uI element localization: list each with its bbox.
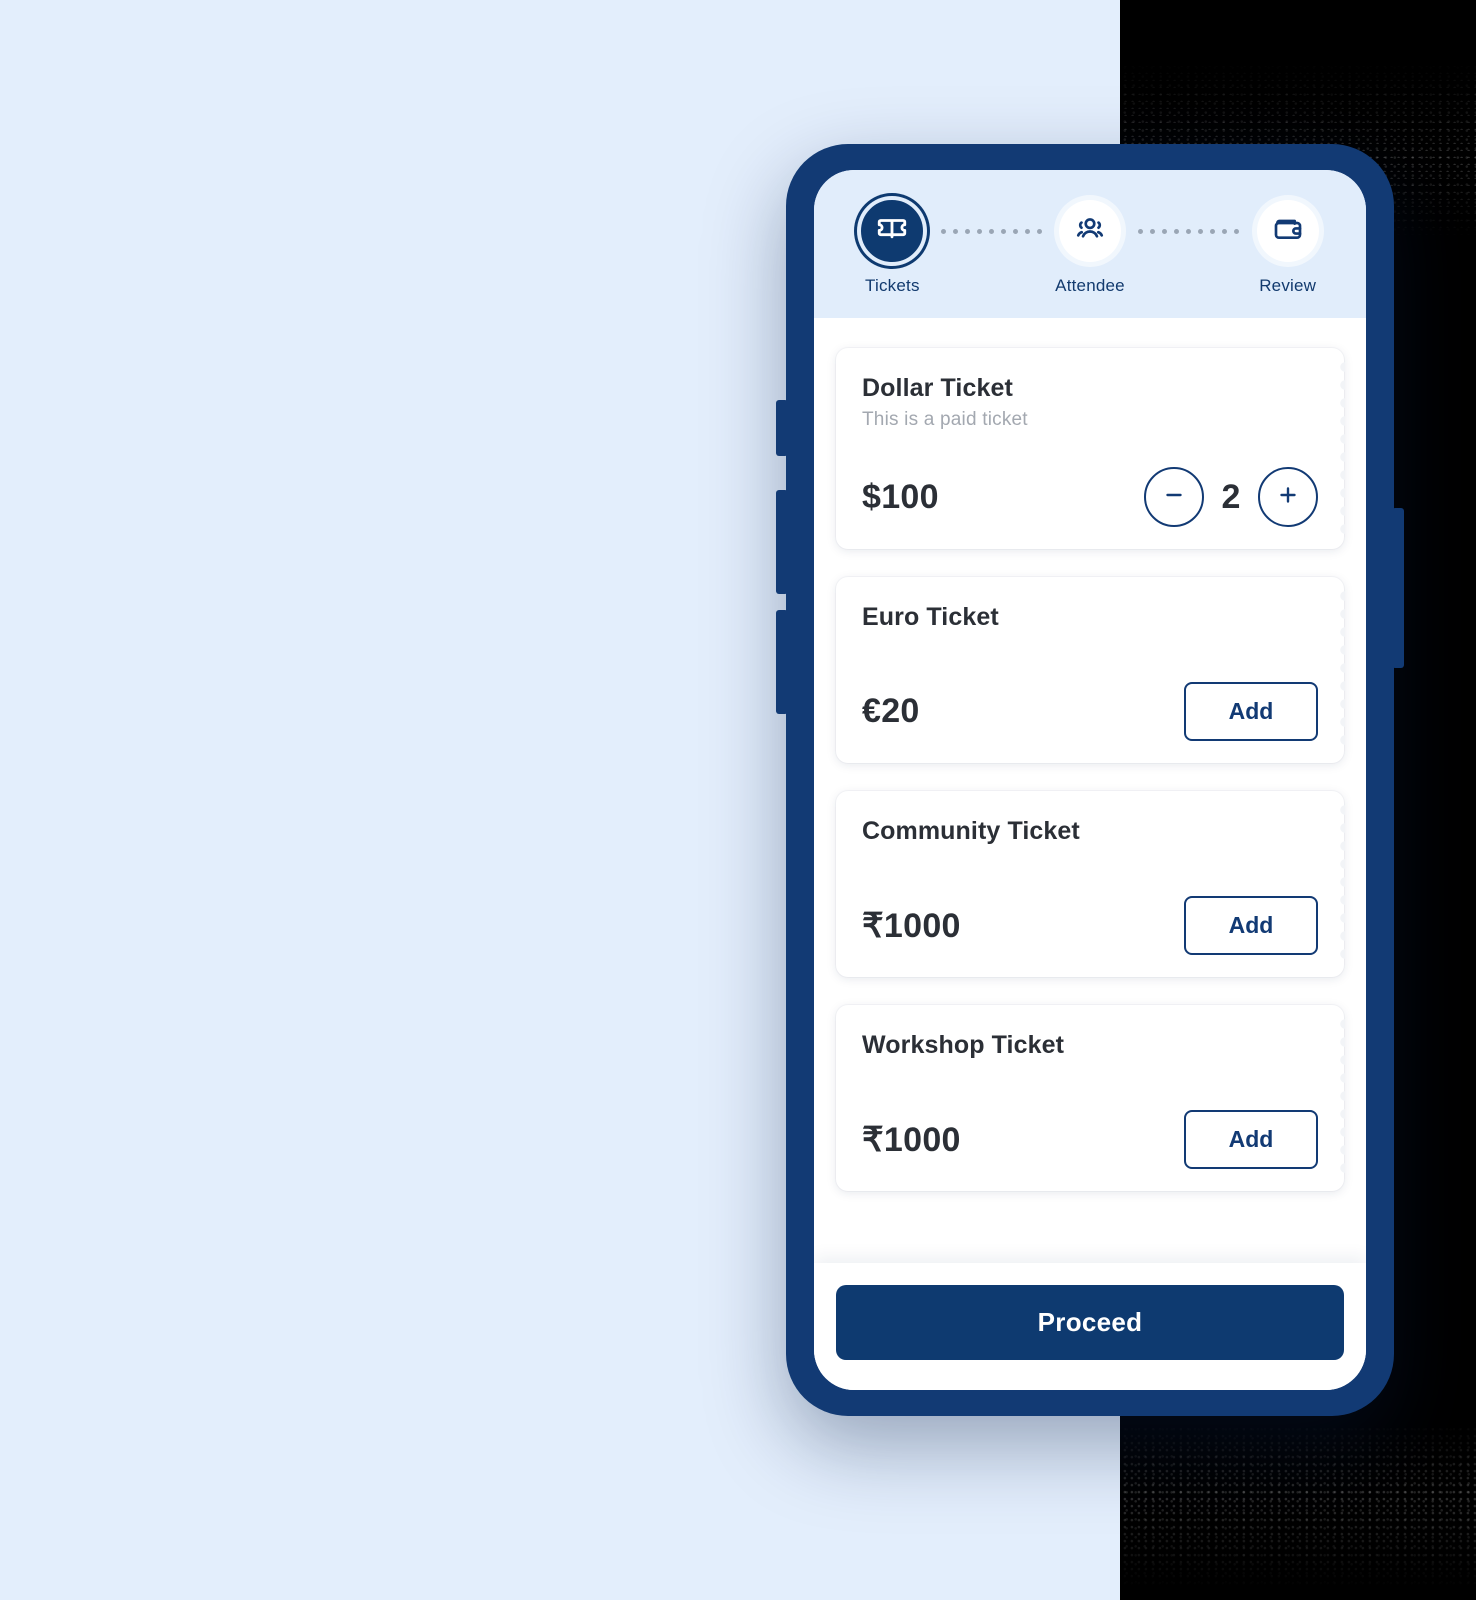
checkout-stepper: Tickets Attendee Review: [814, 170, 1366, 318]
add-ticket-button[interactable]: Add: [1184, 682, 1318, 741]
ticket-bottom-row: ₹1000 Add: [862, 1074, 1318, 1169]
users-icon: [1074, 213, 1106, 250]
checkout-footer: Proceed: [814, 1263, 1366, 1390]
phone-screen: Tickets Attendee Review Dollar Ticket Th…: [814, 170, 1366, 1390]
ticket-card-euro[interactable]: Euro Ticket €20 Add: [836, 577, 1345, 763]
wallet-icon: [1272, 213, 1304, 250]
stepper-step-attendee-label: Attendee: [1055, 276, 1125, 295]
ticket-price: $100: [862, 477, 939, 516]
ticket-price: €20: [862, 692, 920, 730]
ticket-bottom-row: $100 2: [862, 431, 1318, 527]
stepper-connector-2: [1134, 200, 1243, 262]
phone-mute-button[interactable]: [776, 400, 788, 456]
plus-icon: [1275, 482, 1301, 513]
ticket-title: Community Ticket: [862, 817, 1080, 845]
stepper-step-review[interactable]: Review: [1243, 200, 1332, 296]
phone-mockup: Tickets Attendee Review Dollar Ticket Th…: [776, 144, 1404, 1416]
decrement-button[interactable]: [1144, 467, 1204, 527]
quantity-stepper: 2: [1144, 467, 1318, 527]
ticket-icon: [875, 212, 909, 251]
stepper-step-attendee[interactable]: Attendee: [1046, 200, 1135, 296]
ticket-card-workshop[interactable]: Workshop Ticket ₹1000 Add: [836, 1005, 1345, 1191]
stepper-step-tickets[interactable]: Tickets: [848, 200, 937, 296]
ticket-title: Euro Ticket: [862, 603, 999, 631]
ticket-title: Dollar Ticket: [862, 374, 1013, 402]
increment-button[interactable]: [1258, 467, 1318, 527]
screenshot-stage: Tickets Attendee Review Dollar Ticket Th…: [0, 0, 1476, 1600]
stepper-step-tickets-label: Tickets: [865, 276, 920, 295]
add-ticket-button[interactable]: Add: [1184, 1110, 1318, 1169]
stepper-step-attendee-circle[interactable]: [1059, 200, 1121, 262]
ticket-bottom-row: €20 Add: [862, 646, 1318, 741]
ticket-list: Dollar Ticket This is a paid ticket $100: [814, 318, 1366, 1263]
ticket-title: Workshop Ticket: [862, 1031, 1065, 1059]
phone-volume-up-button[interactable]: [776, 490, 788, 594]
background-noise-bottom: [1120, 1420, 1476, 1590]
ticket-card-dollar[interactable]: Dollar Ticket This is a paid ticket $100: [836, 348, 1345, 549]
ticket-card-community[interactable]: Community Ticket ₹1000 Add: [836, 791, 1345, 977]
minus-icon: [1161, 482, 1187, 513]
phone-volume-down-button[interactable]: [776, 610, 788, 714]
ticket-bottom-row: ₹1000 Add: [862, 860, 1318, 955]
add-ticket-button[interactable]: Add: [1184, 896, 1318, 955]
quantity-value: 2: [1221, 477, 1241, 516]
stepper-step-review-label: Review: [1259, 276, 1317, 295]
proceed-button[interactable]: Proceed: [836, 1285, 1344, 1360]
ticket-price: ₹1000: [862, 906, 961, 945]
stepper-step-review-circle[interactable]: [1256, 200, 1319, 262]
ticket-subtitle: This is a paid ticket: [862, 409, 1028, 430]
ticket-price: ₹1000: [862, 1120, 961, 1159]
stepper-connector-1: [937, 200, 1046, 262]
phone-power-button[interactable]: [1392, 508, 1404, 668]
stepper-step-tickets-circle[interactable]: [861, 200, 924, 262]
